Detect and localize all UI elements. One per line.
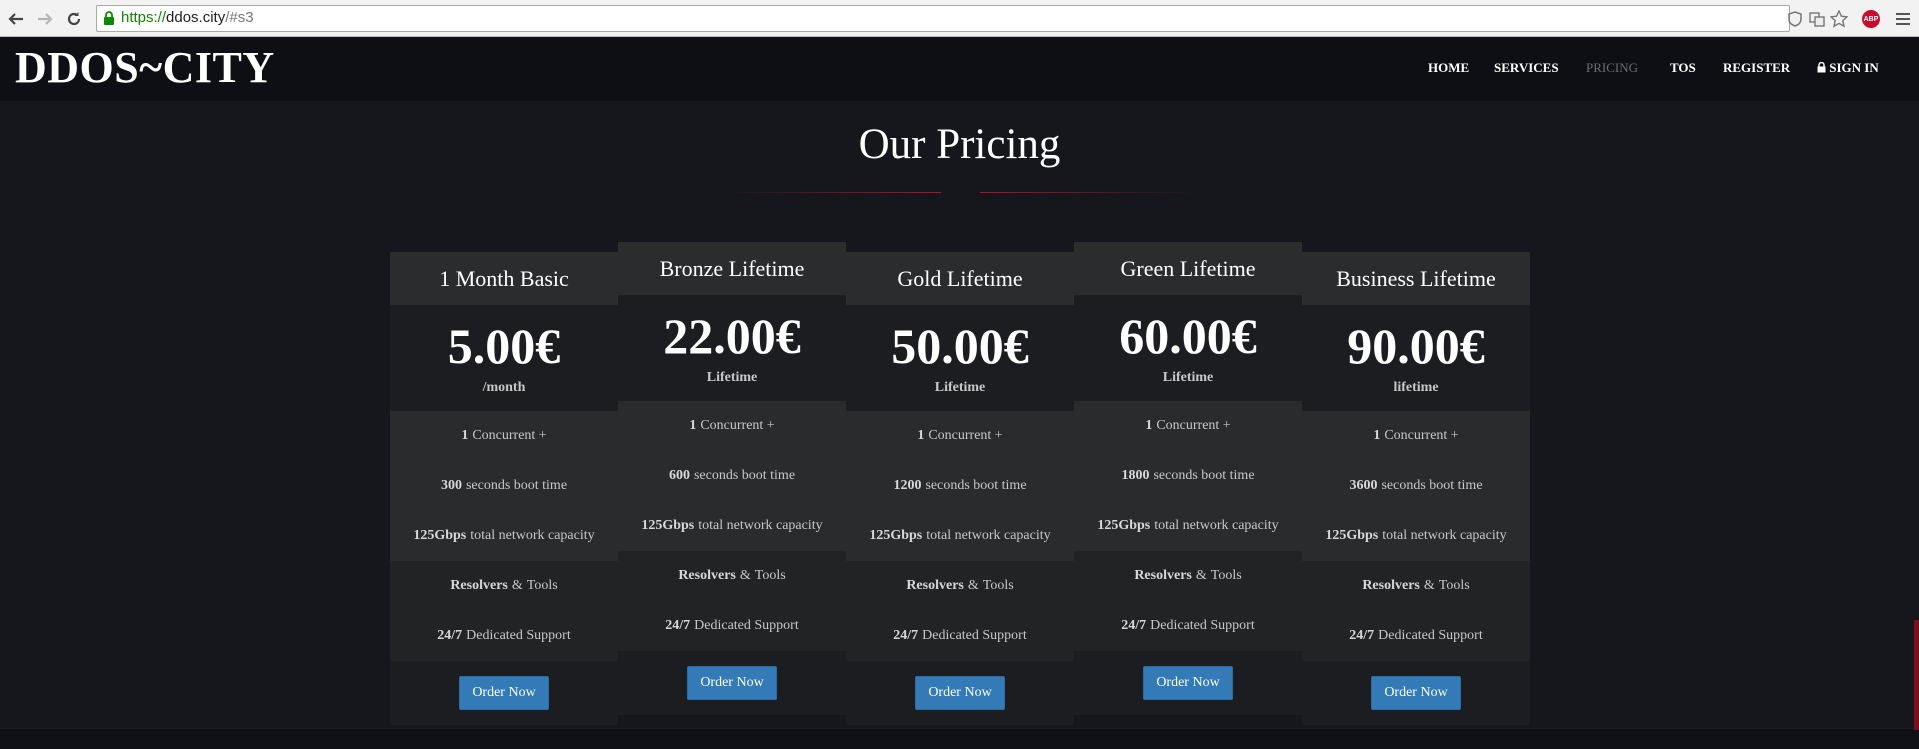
feature-boot-time: 300 seconds boot time xyxy=(440,478,568,493)
bookmark-star-icon[interactable] xyxy=(1829,9,1849,29)
plan-period: lifetime xyxy=(1393,380,1439,395)
plan-period: Lifetime xyxy=(934,380,986,395)
plan-price-block: 90.00€ lifetime xyxy=(1302,305,1530,411)
plan-card: Gold Lifetime 50.00€ Lifetime 1 Concurren… xyxy=(846,252,1074,725)
plan-price: 22.00€ xyxy=(663,308,801,364)
feature-resolvers: Resolvers & Tools xyxy=(906,578,1014,593)
plan-card: 1 Month Basic 5.00€ /month 1 Concurrent +… xyxy=(390,252,618,725)
plan-footer: Order Now xyxy=(1302,661,1530,725)
plan-extras: Resolvers & Tools 24/7 Dedicated Support xyxy=(390,561,618,661)
forward-arrow-icon[interactable] xyxy=(35,9,55,29)
feature-capacity: 125Gbps total network capacity xyxy=(1097,518,1279,533)
plan-features: 1 Concurrent + 1800 seconds boot time 125G… xyxy=(1074,401,1302,551)
feature-resolvers: Resolvers & Tools xyxy=(678,568,786,583)
nav-tos[interactable]: TOS xyxy=(1670,60,1696,76)
order-now-button[interactable]: Order Now xyxy=(1143,666,1233,700)
feature-support: 24/7 Dedicated Support xyxy=(1349,628,1483,643)
plan-footer: Order Now xyxy=(618,651,846,715)
page-title: Our Pricing xyxy=(858,121,1061,168)
plan-period: Lifetime xyxy=(706,370,758,385)
menu-hamburger-icon[interactable] xyxy=(1893,9,1913,29)
plan-period: Lifetime xyxy=(1162,370,1214,385)
plan-features: 1 Concurrent + 300 seconds boot time 125Gb… xyxy=(390,411,618,561)
order-now-button[interactable]: Order Now xyxy=(1371,676,1461,710)
nav-register[interactable]: REGISTER xyxy=(1723,60,1790,76)
feature-support: 24/7 Dedicated Support xyxy=(665,618,799,633)
plan-price: 60.00€ xyxy=(1119,308,1257,364)
scroll-indicator xyxy=(1914,620,1919,730)
plan-price-block: 5.00€ /month xyxy=(390,305,618,411)
feature-support: 24/7 Dedicated Support xyxy=(437,628,571,643)
order-now-button[interactable]: Order Now xyxy=(915,676,1005,710)
plan-footer: Order Now xyxy=(390,661,618,725)
site-logo[interactable]: DDOS~CITY xyxy=(15,42,275,93)
plan-footer: Order Now xyxy=(846,661,1074,725)
plan-price-block: 60.00€ Lifetime xyxy=(1074,295,1302,401)
plan-name: Gold Lifetime xyxy=(846,252,1074,305)
plan-extras: Resolvers & Tools 24/7 Dedicated Support xyxy=(618,551,846,651)
plan-extras: Resolvers & Tools 24/7 Dedicated Support xyxy=(1302,561,1530,661)
feature-boot-time: 1800 seconds boot time xyxy=(1121,468,1255,483)
address-url: https://ddos.city/#s3 xyxy=(121,9,254,26)
plan-extras: Resolvers & Tools 24/7 Dedicated Support xyxy=(1074,551,1302,651)
plan-name: Bronze Lifetime xyxy=(618,242,846,295)
feature-support: 24/7 Dedicated Support xyxy=(893,628,1027,643)
feature-resolvers: Resolvers & Tools xyxy=(1362,578,1470,593)
plan-name: 1 Month Basic xyxy=(390,252,618,305)
nav-pricing[interactable]: PRICING xyxy=(1586,60,1638,76)
plan-card: Business Lifetime 90.00€ lifetime 1 Concu… xyxy=(1302,252,1530,725)
adblock-plus-icon[interactable]: ABP xyxy=(1861,9,1881,29)
plan-footer: Order Now xyxy=(1074,651,1302,715)
nav-sign-in[interactable]: SIGN IN xyxy=(1817,60,1879,76)
plan-price: 50.00€ xyxy=(891,318,1029,374)
feature-capacity: 125Gbps total network capacity xyxy=(869,528,1051,543)
feature-concurrent: 1 Concurrent + xyxy=(917,428,1003,443)
title-divider-left xyxy=(725,192,941,193)
plan-period: /month xyxy=(482,380,526,395)
feature-boot-time: 600 seconds boot time xyxy=(668,468,796,483)
order-now-button[interactable]: Order Now xyxy=(459,676,549,710)
plan-card: Bronze Lifetime 22.00€ Lifetime 1 Concurr… xyxy=(618,242,846,715)
next-section-edge xyxy=(0,728,1919,749)
plan-extras: Resolvers & Tools 24/7 Dedicated Support xyxy=(846,561,1074,661)
translate-icon[interactable] xyxy=(1807,9,1827,29)
title-divider-right xyxy=(980,192,1196,193)
plan-features: 1 Concurrent + 3600 seconds boot time 125G… xyxy=(1302,411,1530,561)
feature-resolvers: Resolvers & Tools xyxy=(1134,568,1242,583)
site-header: DDOS~CITY HOME SERVICES PRICING TOS REGI… xyxy=(0,37,1919,101)
nav-services[interactable]: SERVICES xyxy=(1494,60,1559,76)
feature-capacity: 125Gbps total network capacity xyxy=(641,518,823,533)
address-bar[interactable]: https://ddos.city/#s3 xyxy=(96,5,1790,32)
plan-name: Green Lifetime xyxy=(1074,242,1302,295)
feature-concurrent: 1 Concurrent + xyxy=(461,428,547,443)
feature-capacity: 125Gbps total network capacity xyxy=(413,528,595,543)
plan-features: 1 Concurrent + 600 seconds boot time 125Gb… xyxy=(618,401,846,551)
plan-price: 5.00€ xyxy=(447,318,561,374)
feature-resolvers: Resolvers & Tools xyxy=(450,578,558,593)
shield-extension-icon[interactable] xyxy=(1785,9,1805,29)
order-now-button[interactable]: Order Now xyxy=(687,666,777,700)
feature-support: 24/7 Dedicated Support xyxy=(1121,618,1255,633)
feature-capacity: 125Gbps total network capacity xyxy=(1325,528,1507,543)
secure-lock-icon xyxy=(104,11,114,25)
feature-concurrent: 1 Concurrent + xyxy=(689,418,775,433)
nav-home[interactable]: HOME xyxy=(1428,60,1469,76)
back-arrow-icon[interactable] xyxy=(6,9,26,29)
plan-card: Green Lifetime 60.00€ Lifetime 1 Concurre… xyxy=(1074,242,1302,715)
feature-concurrent: 1 Concurrent + xyxy=(1373,428,1459,443)
feature-boot-time: 1200 seconds boot time xyxy=(893,478,1027,493)
plan-features: 1 Concurrent + 1200 seconds boot time 125G… xyxy=(846,411,1074,561)
lock-icon xyxy=(1817,61,1826,73)
plan-name: Business Lifetime xyxy=(1302,252,1530,305)
plan-price-block: 22.00€ Lifetime xyxy=(618,295,846,401)
feature-boot-time: 3600 seconds boot time xyxy=(1349,478,1483,493)
feature-concurrent: 1 Concurrent + xyxy=(1145,418,1231,433)
browser-toolbar: https://ddos.city/#s3 ABP xyxy=(0,0,1919,37)
plan-price: 90.00€ xyxy=(1347,318,1485,374)
plan-price-block: 50.00€ Lifetime xyxy=(846,305,1074,411)
reload-icon[interactable] xyxy=(64,9,84,29)
